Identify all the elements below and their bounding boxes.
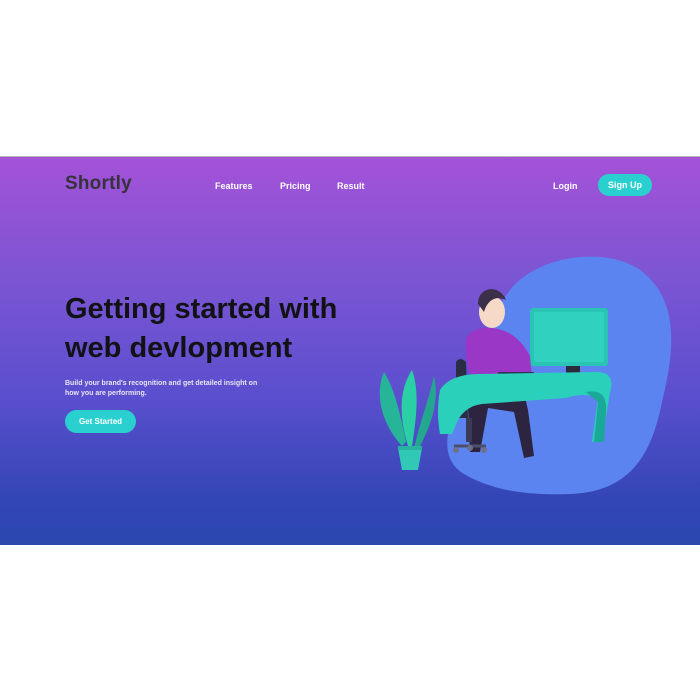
plant-icon xyxy=(379,370,436,470)
person-at-desk-illustration xyxy=(379,256,672,495)
hero-title-line-2: web devlopment xyxy=(65,332,293,364)
nav-link-features[interactable]: Features xyxy=(215,181,253,191)
hero-screen: Shortly Features Pricing Result Login Si… xyxy=(0,156,700,545)
login-link[interactable]: Login xyxy=(553,181,578,191)
nav-link-pricing[interactable]: Pricing xyxy=(280,181,311,191)
hero-subtitle: Build your brand's recognition and get d… xyxy=(65,380,258,397)
nav-link-result[interactable]: Result xyxy=(337,181,365,191)
brand-logo[interactable]: Shortly xyxy=(65,173,132,195)
hero-title: Getting started with web devlopment xyxy=(65,290,385,368)
get-started-button[interactable]: Get Started xyxy=(65,410,136,433)
signup-button[interactable]: Sign Up xyxy=(598,174,652,196)
hero-title-line-1: Getting started with xyxy=(65,293,338,325)
